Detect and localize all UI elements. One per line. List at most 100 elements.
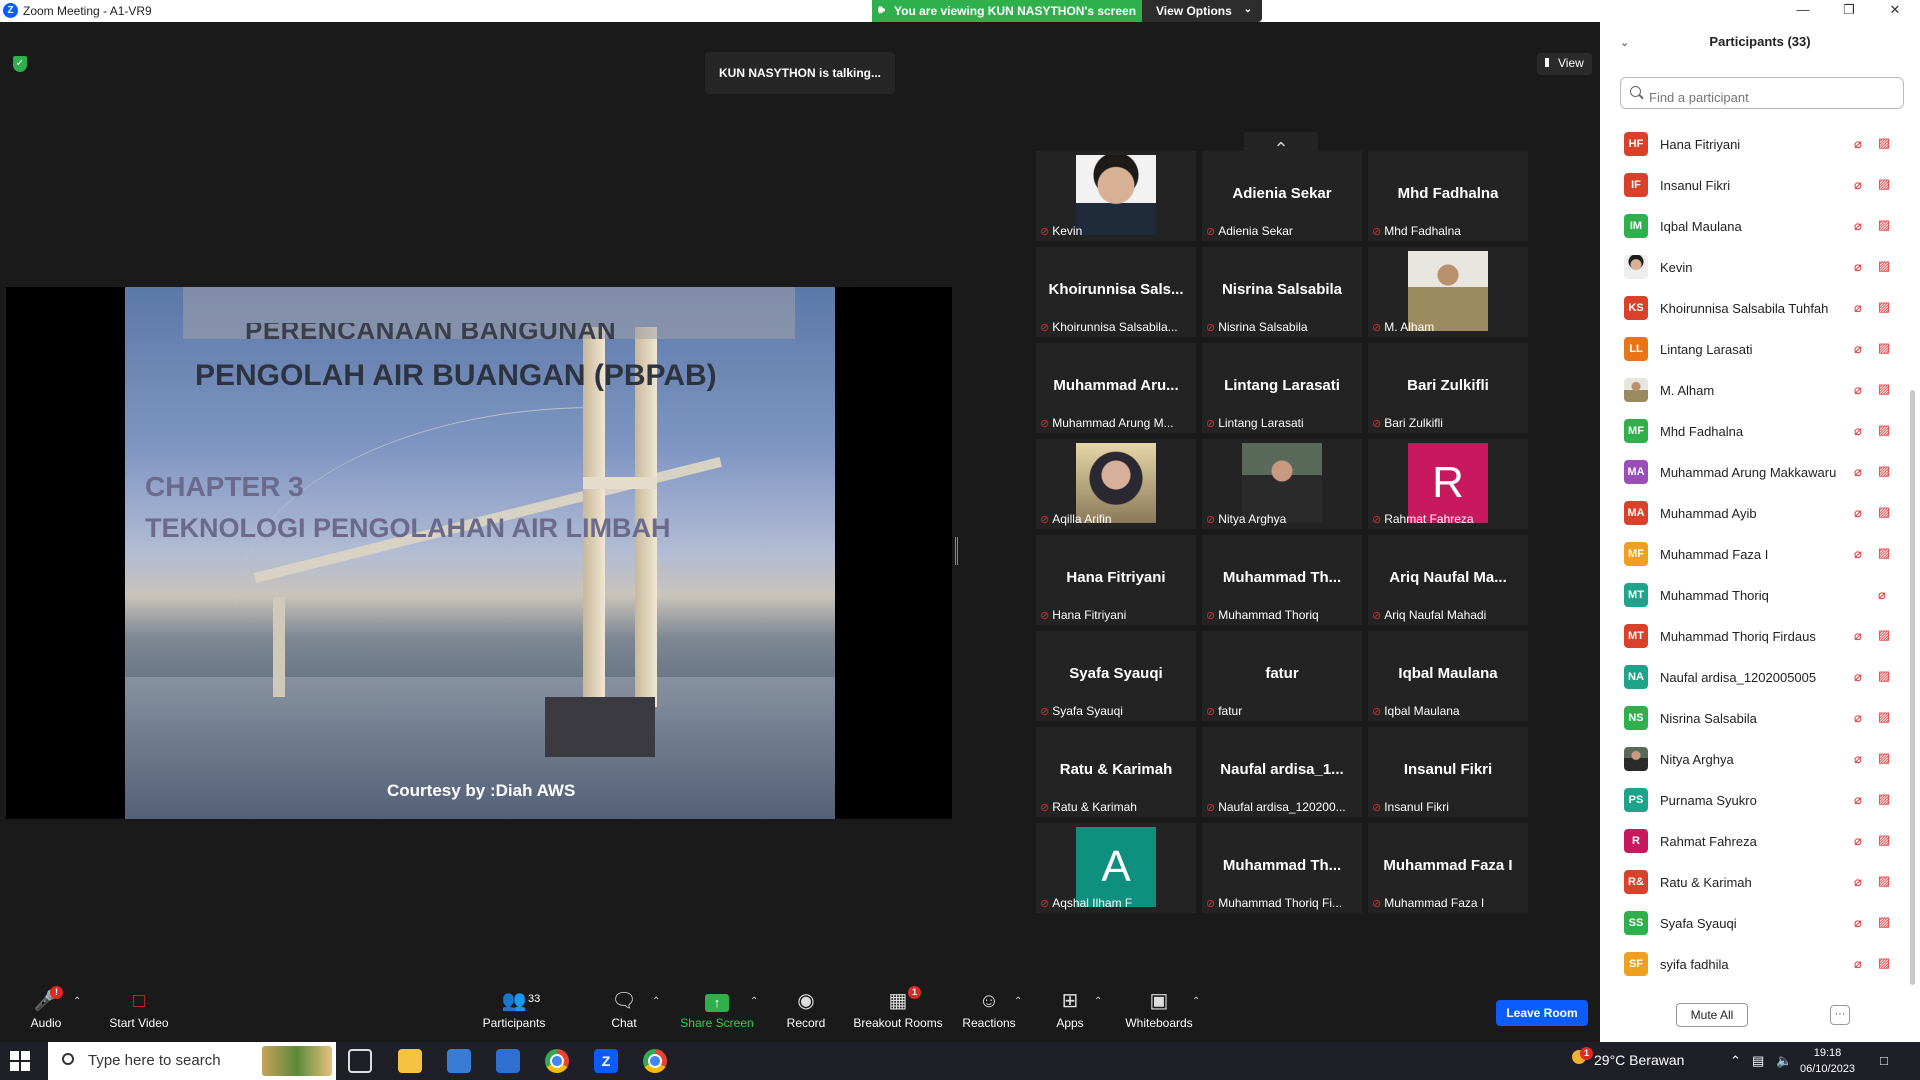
video-off-icon[interactable]: ▨	[1878, 709, 1890, 725]
video-off-icon[interactable]: ▨	[1878, 873, 1890, 889]
mic-muted-icon[interactable]: ⌀	[1854, 710, 1862, 726]
video-off-icon[interactable]: ▨	[1878, 791, 1890, 807]
participant-row[interactable]: IM Iqbal Maulana ⌀ ▨	[1600, 206, 1906, 247]
audio-button[interactable]: 🎤! Audio	[24, 986, 68, 1038]
participant-row[interactable]: R& Ratu & Karimah ⌀ ▨	[1600, 862, 1906, 903]
video-off-icon[interactable]: ▨	[1878, 914, 1890, 930]
participant-row[interactable]: NS Nisrina Salsabila ⌀ ▨	[1600, 698, 1906, 739]
mic-muted-icon[interactable]: ⌀	[1854, 341, 1862, 357]
video-tile[interactable]: A ⊘ Aqshal Ilham F	[1036, 823, 1196, 913]
video-off-icon[interactable]: ▨	[1878, 750, 1890, 766]
video-tile[interactable]: Naufal ardisa_1... ⊘ Naufal ardisa_120200.…	[1202, 727, 1362, 817]
find-participant-input[interactable]	[1620, 77, 1904, 109]
video-tile[interactable]: Muhammad Th... ⊘ Muhammad Thoriq	[1202, 535, 1362, 625]
participant-row[interactable]: KS Khoirunnisa Salsabila Tuhfah ⌀ ▨	[1600, 288, 1906, 329]
video-off-icon[interactable]: ▨	[1878, 668, 1890, 684]
participant-row[interactable]: NA Naufal ardisa_1202005005 ⌀ ▨	[1600, 657, 1906, 698]
participant-row[interactable]: R Rahmat Fahreza ⌀ ▨	[1600, 821, 1906, 862]
video-off-icon[interactable]: ▨	[1878, 545, 1890, 561]
video-off-icon[interactable]: ▨	[1878, 463, 1890, 479]
video-off-icon[interactable]: ▨	[1878, 422, 1890, 438]
weather-icon[interactable]: 1	[1572, 1047, 1593, 1064]
participant-row[interactable]: Kevin ⌀ ▨	[1600, 247, 1906, 288]
participants-button[interactable]: 👥 33 Participants	[478, 988, 550, 1038]
mail-icon[interactable]	[496, 1049, 520, 1073]
mic-muted-icon[interactable]: ⌀	[1854, 505, 1862, 521]
video-tile[interactable]: Nisrina Salsabila ⊘ Nisrina Salsabila	[1202, 247, 1362, 337]
video-tile[interactable]: ⊘ Kevin	[1036, 151, 1196, 241]
mic-muted-icon[interactable]: ⌀	[1854, 792, 1862, 808]
leave-room-button[interactable]: Leave Room	[1496, 1000, 1588, 1026]
video-tile[interactable]: Khoirunnisa Sals... ⊘ Khoirunnisa Salsabil…	[1036, 247, 1196, 337]
chrome-profile-icon[interactable]	[643, 1049, 667, 1073]
system-clock[interactable]: 19:18 06/10/2023	[1800, 1045, 1855, 1077]
chat-button[interactable]: 🗨 Chat	[604, 988, 644, 1038]
volume-icon[interactable]: 🔈	[1776, 1053, 1792, 1069]
participant-row[interactable]: LL Lintang Larasati ⌀ ▨	[1600, 329, 1906, 370]
chevron-up-icon[interactable]: ⌃	[1730, 1053, 1741, 1069]
apps-button[interactable]: ⊞ Apps	[1054, 988, 1086, 1038]
participant-row[interactable]: MA Muhammad Ayib ⌀ ▨	[1600, 493, 1906, 534]
network-icon[interactable]: ▤	[1752, 1053, 1764, 1069]
share-screen-button[interactable]: ↑ Share Screen	[678, 988, 756, 1038]
audio-options-caret[interactable]: ⌃	[73, 996, 81, 1007]
video-tile[interactable]: Adienia Sekar ⊘ Adienia Sekar	[1202, 151, 1362, 241]
view-button[interactable]: View	[1537, 53, 1592, 75]
video-tile[interactable]: Muhammad Th... ⊘ Muhammad Thoriq Fi...	[1202, 823, 1362, 913]
security-shield-icon[interactable]: ✓	[13, 56, 27, 72]
more-options-button[interactable]: ···	[1830, 1005, 1850, 1025]
participant-row[interactable]: HF Hana Fitriyani ⌀ ▨	[1600, 124, 1906, 165]
share-options-caret[interactable]: ⌃	[750, 996, 758, 1007]
notifications-icon[interactable]: □	[1880, 1053, 1888, 1068]
task-view-icon[interactable]	[348, 1049, 372, 1073]
apps-options-caret[interactable]: ⌃	[1094, 996, 1102, 1007]
split-view-handle[interactable]	[955, 537, 958, 565]
participant-row[interactable]: M. Alham ⌀ ▨	[1600, 370, 1906, 411]
mic-muted-icon[interactable]: ⌀	[1854, 546, 1862, 562]
start-video-button[interactable]: □ Start Video	[104, 988, 174, 1038]
mic-muted-icon[interactable]: ⌀	[1854, 423, 1862, 439]
participant-row[interactable]: PS Purnama Syukro ⌀ ▨	[1600, 780, 1906, 821]
mic-muted-icon[interactable]: ⌀	[1854, 382, 1862, 398]
video-tile[interactable]: Insanul Fikri ⊘ Insanul Fikri	[1368, 727, 1528, 817]
participant-row[interactable]: Nitya Arghya ⌀ ▨	[1600, 739, 1906, 780]
video-tile[interactable]: Mhd Fadhalna ⊘ Mhd Fadhalna	[1368, 151, 1528, 241]
video-tile[interactable]: Muhammad Faza I ⊘ Muhammad Faza I	[1368, 823, 1528, 913]
video-tile[interactable]: ⊘ Nitya Arghya	[1202, 439, 1362, 529]
mic-muted-icon[interactable]: ⌀	[1854, 177, 1862, 193]
video-tile[interactable]: Muhammad Aru... ⊘ Muhammad Arung M...	[1036, 343, 1196, 433]
windows-start-icon[interactable]	[10, 1051, 30, 1071]
video-off-icon[interactable]: ▨	[1878, 340, 1890, 356]
mic-muted-icon[interactable]: ⌀	[1878, 587, 1886, 603]
video-off-icon[interactable]: ▨	[1878, 135, 1890, 151]
mic-muted-icon[interactable]: ⌀	[1854, 874, 1862, 890]
participant-row[interactable]: SF syifa fadhila ⌀ ▨	[1600, 944, 1906, 985]
mic-muted-icon[interactable]: ⌀	[1854, 259, 1862, 275]
video-tile[interactable]: Lintang Larasati ⊘ Lintang Larasati	[1202, 343, 1362, 433]
video-off-icon[interactable]: ▨	[1878, 955, 1890, 971]
participant-row[interactable]: MT Muhammad Thoriq ⌀	[1600, 575, 1906, 616]
video-off-icon[interactable]: ▨	[1878, 381, 1890, 397]
mic-muted-icon[interactable]: ⌀	[1854, 628, 1862, 644]
participant-row[interactable]: MF Muhammad Faza I ⌀ ▨	[1600, 534, 1906, 575]
view-options-button[interactable]: View Options ⌄	[1142, 0, 1262, 22]
whiteboards-button[interactable]: ▣ Whiteboards	[1124, 988, 1194, 1038]
video-off-icon[interactable]: ▨	[1878, 258, 1890, 274]
video-tile[interactable]: Bari Zulkifli ⊘ Bari Zulkifli	[1368, 343, 1528, 433]
mic-muted-icon[interactable]: ⌀	[1854, 833, 1862, 849]
video-tile[interactable]: R ⊘ Rahmat Fahreza	[1368, 439, 1528, 529]
mic-muted-icon[interactable]: ⌀	[1854, 218, 1862, 234]
zoom-taskbar-icon[interactable]: Z	[594, 1049, 618, 1073]
mic-muted-icon[interactable]: ⌀	[1854, 915, 1862, 931]
file-explorer-icon[interactable]	[398, 1049, 422, 1073]
video-off-icon[interactable]: ▨	[1878, 627, 1890, 643]
video-tile[interactable]: Ratu & Karimah ⊘ Ratu & Karimah	[1036, 727, 1196, 817]
restore-icon[interactable]: ❐	[1834, 2, 1864, 20]
video-tile[interactable]: ⊘ Aqilla Arifin	[1036, 439, 1196, 529]
weather-text[interactable]: 29°C Berawan	[1594, 1052, 1684, 1068]
mic-muted-icon[interactable]: ⌀	[1854, 669, 1862, 685]
video-tile[interactable]: Ariq Naufal Ma... ⊘ Ariq Naufal Mahadi	[1368, 535, 1528, 625]
participant-row[interactable]: MF Mhd Fadhalna ⌀ ▨	[1600, 411, 1906, 452]
video-off-icon[interactable]: ▨	[1878, 299, 1890, 315]
record-button[interactable]: ◉ Record	[784, 988, 828, 1038]
